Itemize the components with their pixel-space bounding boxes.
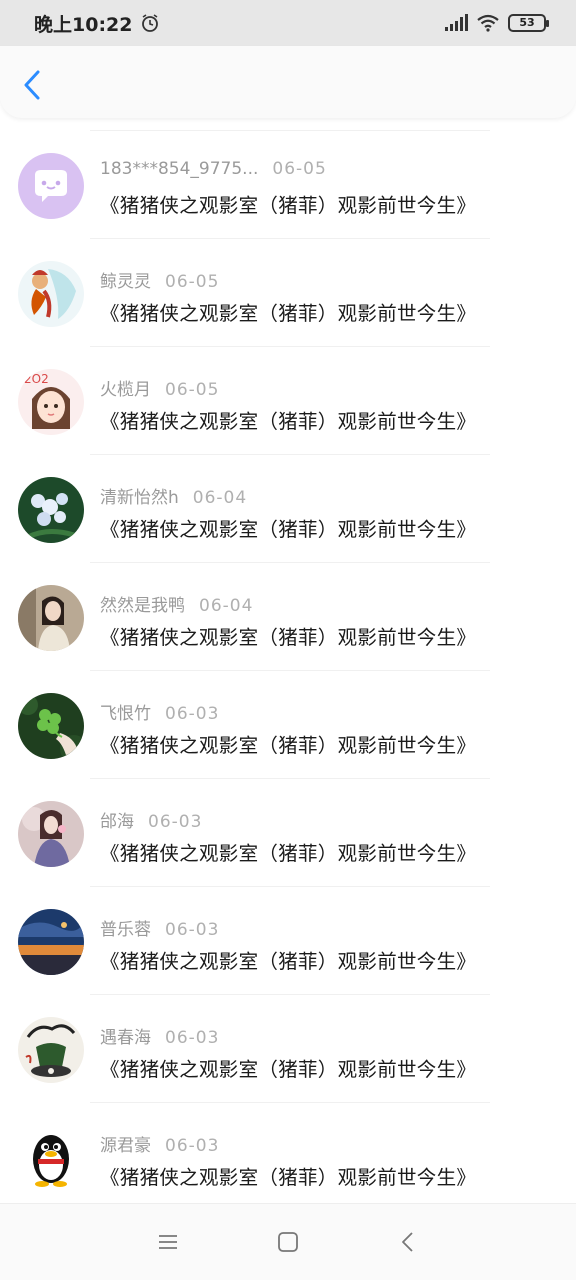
chat-bubble-avatar[interactable] [18,153,84,219]
comment-username: 飞恨竹 [100,704,151,724]
anime-girl-avatar[interactable] [18,261,84,327]
qq-penguin-avatar[interactable] [18,1125,84,1191]
list-item[interactable]: 飞恨竹 06-03 《猪猪侠之观影室（猪菲）观影前世今生》 [0,671,576,779]
comment-username: 清新怡然h [100,488,179,508]
list-item[interactable]: 遇春海 06-03 《猪猪侠之观影室（猪菲）观影前世今生》 [0,995,576,1103]
comment-username: 然然是我鸭 [100,596,185,616]
list-item[interactable]: 邰海 06-03 《猪猪侠之观影室（猪菲）观影前世今生》 [0,779,576,887]
comment-date: 06-05 [272,159,327,179]
status-time: 晚上10:22 [34,13,133,36]
comment-date: 06-05 [165,272,220,292]
comment-title: 《猪猪侠之观影室（猪菲）观影前世今生》 [100,1058,477,1081]
status-bar: 晚上10:22 53 [0,0,576,46]
comment-date: 06-03 [165,1028,220,1048]
alarm-icon [142,14,159,32]
comment-title: 《猪猪侠之观影室（猪菲）观影前世今生》 [100,302,477,325]
list-item[interactable]: 源君豪 06-03 《猪猪侠之观影室（猪菲）观影前世今生》 [0,1103,576,1211]
comment-username: 鲸灵灵 [100,272,151,292]
comment-username: 遇春海 [100,1028,151,1048]
sunset-sky-avatar[interactable] [18,909,84,975]
comment-date: 06-03 [165,704,220,724]
list-item[interactable]: 然然是我鸭 06-04 《猪猪侠之观影室（猪菲）观影前世今生》 [0,563,576,671]
comment-date: 06-03 [165,920,220,940]
comment-username: 火榄月 [100,380,151,400]
list-item[interactable]: 清新怡然h 06-04 《猪猪侠之观影室（猪菲）观影前世今生》 [0,455,576,563]
comment-title: 《猪猪侠之观影室（猪菲）观影前世今生》 [100,950,477,973]
comment-list: 183***854_9775... 06-05 《猪猪侠之观影室（猪菲）观影前世今… [0,130,576,1211]
comment-username: 源君豪 [100,1136,151,1156]
comment-date: 06-04 [199,596,254,616]
comment-title: 《猪猪侠之观影室（猪菲）观影前世今生》 [100,518,477,541]
back-triangle-icon [402,1232,413,1252]
list-item[interactable]: 2O2 火榄月 06-05 《猪猪侠之观影室（猪菲）观影前世今生》 [0,347,576,455]
battery-indicator: 53 [508,14,549,32]
comment-date: 06-04 [192,488,248,508]
comment-title: 《猪猪侠之观影室（猪菲）观影前世今生》 [100,734,477,757]
comment-username: 183***854_9775... [100,159,259,179]
system-back-button[interactable] [393,1227,423,1257]
comment-date: 06-03 [165,1136,220,1156]
comment-username: 邰海 [100,812,134,832]
menu-icon [159,1235,177,1249]
sketch-art-avatar[interactable] [18,1017,84,1083]
clover-avatar[interactable] [18,693,84,759]
signal-icon [445,14,468,31]
blurred-girl-avatar[interactable] [18,801,84,867]
home-square-icon [278,1232,298,1252]
comment-title: 《猪猪侠之观影室（猪菲）观影前世今生》 [100,842,477,865]
comment-title: 《猪猪侠之观影室（猪菲）观影前世今生》 [100,626,477,649]
system-nav-bar [0,1203,576,1280]
girl-photo-avatar[interactable] [18,585,84,651]
comment-title: 《猪猪侠之观影室（猪菲）观影前世今生》 [100,410,477,433]
list-item[interactable]: 183***854_9775... 06-05 《猪猪侠之观影室（猪菲）观影前世今… [0,131,576,239]
battery-level: 53 [519,16,535,29]
home-button[interactable] [273,1227,303,1257]
back-button[interactable] [18,68,46,102]
list-item[interactable]: 鲸灵灵 06-05 《猪猪侠之观影室（猪菲）观影前世今生》 [0,239,576,347]
wifi-icon [477,14,499,32]
comment-title: 《猪猪侠之观影室（猪菲）观影前世今生》 [100,194,477,217]
svg-text:2O2: 2O2 [24,372,49,386]
list-item[interactable]: 普乐蓉 06-03 《猪猪侠之观影室（猪菲）观影前世今生》 [0,887,576,995]
flowers-avatar[interactable] [18,477,84,543]
menu-button[interactable] [153,1227,183,1257]
header [0,46,576,118]
cartoon-girl-avatar[interactable]: 2O2 [18,369,84,435]
comment-title: 《猪猪侠之观影室（猪菲）观影前世今生》 [100,1166,477,1189]
comment-date: 06-05 [165,380,220,400]
comment-date: 06-03 [148,812,203,832]
comment-username: 普乐蓉 [100,920,151,940]
